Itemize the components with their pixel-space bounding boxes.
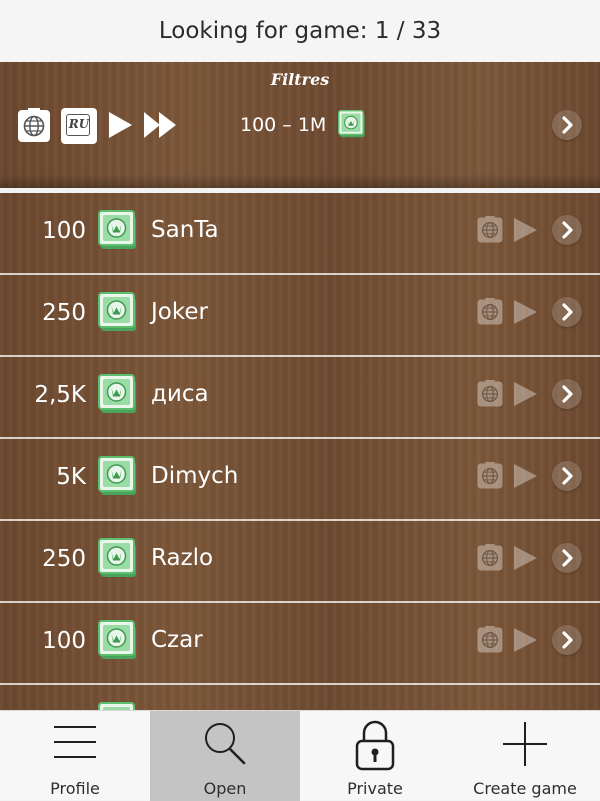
table-row[interactable]: 100 SanTa <box>0 193 600 275</box>
bottom-tab-bar: Profile Open Private Create game <box>0 710 600 801</box>
player-name: Czar <box>151 627 203 653</box>
tab-create-game[interactable]: Create game <box>450 711 600 801</box>
table-row[interactable]: 250 Razlo <box>0 521 600 603</box>
search-icon <box>205 723 246 765</box>
tab-label: Private <box>347 779 403 798</box>
lock-icon <box>355 720 395 771</box>
globe-badge-icon <box>476 216 504 244</box>
chevron-right-icon <box>552 215 582 245</box>
join-game-button[interactable] <box>552 625 582 655</box>
join-game-button[interactable] <box>552 543 582 573</box>
bet-amount: 2,5K <box>34 382 86 408</box>
play-icon <box>514 382 537 406</box>
filters-open-button[interactable] <box>552 110 582 140</box>
chevron-right-icon <box>552 625 582 655</box>
filters-title: Filtres <box>270 70 330 89</box>
money-icon <box>98 292 138 332</box>
tab-private[interactable]: Private <box>300 711 450 801</box>
plus-icon <box>503 722 547 766</box>
table-row[interactable]: 2,5K диса <box>0 357 600 439</box>
money-icon <box>98 538 138 578</box>
player-name: Joker <box>151 299 208 325</box>
tab-profile[interactable]: Profile <box>0 711 150 801</box>
money-icon <box>98 374 138 414</box>
tab-open[interactable]: Open <box>150 711 300 801</box>
tab-label: Create game <box>473 779 577 798</box>
region-badge-label: RU <box>68 117 90 131</box>
join-game-button[interactable] <box>552 297 582 327</box>
player-name: диса <box>151 381 209 407</box>
player-name: Dimych <box>151 463 239 489</box>
globe-badge-icon[interactable] <box>16 108 52 144</box>
game-list[interactable]: 100 SanTa 250 Joker 2,5K диса 5K Dimych … <box>0 193 600 710</box>
globe-badge-icon <box>476 380 504 408</box>
play-icon <box>514 546 537 570</box>
bet-amount: 100 <box>42 628 86 654</box>
bet-range: 100 – 1M <box>240 114 327 136</box>
page-title: Looking for game: 1 / 33 <box>158 18 442 44</box>
play-icon <box>514 300 537 324</box>
header: Looking for game: 1 / 33 <box>0 0 600 62</box>
join-game-button[interactable] <box>552 379 582 409</box>
player-name: Razlo <box>151 545 214 571</box>
player-name: SanTa <box>151 217 219 243</box>
chevron-right-icon <box>552 461 582 491</box>
money-icon <box>98 456 138 496</box>
table-row[interactable]: 5K Dimych <box>0 439 600 521</box>
money-icon <box>98 620 138 660</box>
menu-icon <box>54 726 96 758</box>
play-icon <box>514 628 537 652</box>
play-icon <box>514 464 537 488</box>
globe-badge-icon <box>476 298 504 326</box>
table-row[interactable]: 250 Joker <box>0 275 600 357</box>
globe-badge-icon <box>476 544 504 572</box>
chevron-right-icon <box>552 297 582 327</box>
bet-amount: 5K <box>56 464 86 490</box>
bet-amount: 250 <box>42 300 86 326</box>
chevron-right-icon <box>552 379 582 409</box>
play-icon[interactable] <box>106 110 134 140</box>
play-icon <box>514 218 537 242</box>
money-icon <box>338 110 366 138</box>
chevron-right-icon <box>552 543 582 573</box>
globe-badge-icon <box>476 626 504 654</box>
globe-badge-icon <box>476 462 504 490</box>
money-icon <box>98 210 138 250</box>
filters-panel[interactable]: Filtres RU 100 – 1M <box>0 62 600 188</box>
table-row[interactable] <box>0 685 600 710</box>
bet-amount: 250 <box>42 546 86 572</box>
fast-forward-icon[interactable] <box>142 110 178 140</box>
table-row[interactable]: 100 Czar <box>0 603 600 685</box>
money-icon <box>98 702 138 710</box>
join-game-button[interactable] <box>552 215 582 245</box>
tab-label: Open <box>203 779 247 798</box>
chevron-right-icon <box>552 110 582 140</box>
region-badge[interactable]: RU <box>61 108 97 144</box>
join-game-button[interactable] <box>552 461 582 491</box>
bet-amount: 100 <box>42 218 86 244</box>
tab-label: Profile <box>50 779 100 798</box>
